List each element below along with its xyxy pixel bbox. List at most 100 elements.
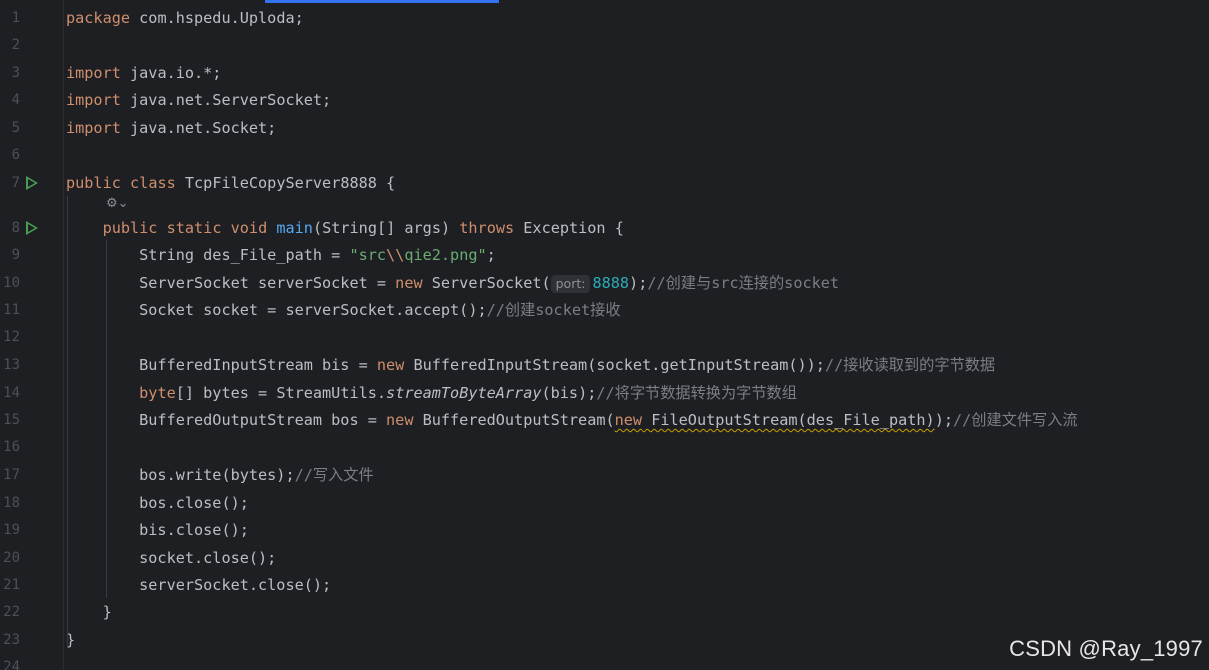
code-token: main (276, 219, 313, 237)
line-number: 17 (3, 467, 20, 483)
code-line[interactable]: BufferedInputStream bis = new BufferedIn… (66, 355, 995, 375)
line-number: 14 (3, 385, 20, 401)
code-token: BufferedOutputStream bos = (66, 411, 387, 429)
code-line[interactable]: } (66, 602, 112, 622)
code-token: new (395, 274, 423, 292)
line-number: 6 (11, 147, 20, 163)
indent-guide-method (106, 240, 107, 598)
run-gutter-icon[interactable] (26, 221, 38, 235)
code-line[interactable]: ServerSocket serverSocket = new ServerSo… (66, 273, 839, 293)
line-number: 8 (11, 220, 20, 236)
code-token: TcpFileCopyServer8888 { (175, 174, 396, 192)
line-number: 21 (3, 577, 20, 593)
code-token: FileOutputStream(des_File_path) (642, 411, 935, 429)
active-tab-indicator (265, 0, 499, 3)
code-line[interactable]: BufferedOutputStream bos = new BufferedO… (66, 410, 1078, 430)
code-token: java.net.Socket; (120, 119, 277, 137)
line-number: 20 (3, 550, 20, 566)
code-token: public (66, 174, 121, 192)
line-number: 10 (3, 275, 20, 291)
line-number: 3 (11, 65, 20, 81)
code-line[interactable]: package com.hspedu.Uploda; (66, 8, 304, 28)
code-line[interactable]: bis.close(); (66, 520, 249, 540)
code-token: (bis); (541, 384, 597, 402)
line-number: 16 (3, 439, 20, 455)
code-token: ServerSocket( (422, 274, 551, 292)
code-line[interactable]: public static void main(String[] args) t… (66, 218, 624, 238)
code-comment: //将字节数据转换为字节数组 (596, 384, 797, 402)
code-token: java.net.ServerSocket; (120, 91, 332, 109)
code-token: Exception { (514, 219, 624, 237)
code-token: java.io.*; (120, 64, 222, 82)
code-token: throws (459, 219, 515, 237)
code-token: } (66, 603, 112, 621)
line-number: 4 (11, 92, 20, 108)
code-token: void (230, 219, 268, 237)
code-token: new (386, 411, 414, 429)
line-number: 22 (3, 604, 20, 620)
code-line[interactable]: bos.write(bytes);//写入文件 (66, 465, 374, 485)
line-number: 23 (3, 632, 20, 648)
code-token: bos.write(bytes); (66, 466, 295, 484)
code-token: (String[] args) (312, 219, 460, 237)
code-line[interactable]: bos.close(); (66, 493, 249, 513)
code-comment: //创建文件写入流 (952, 411, 1078, 429)
line-number: 12 (3, 329, 20, 345)
code-token: import (66, 119, 121, 137)
code-token: package (66, 9, 131, 27)
indent-guide-class (67, 196, 68, 646)
code-token: ); (934, 411, 953, 429)
code-token: new (614, 411, 643, 429)
code-token: BufferedInputStream(socket.getInputStrea… (404, 356, 825, 374)
parameter-hint: port: (550, 275, 591, 293)
line-number: 5 (11, 120, 20, 136)
code-comment: //写入文件 (294, 466, 374, 484)
line-number: 19 (3, 522, 20, 538)
code-line[interactable]: byte[] bytes = StreamUtils.streamToByteA… (66, 383, 797, 403)
code-token: \\ (386, 246, 405, 264)
code-line[interactable]: Socket socket = serverSocket.accept();//… (66, 300, 620, 320)
line-number: 18 (3, 495, 20, 511)
code-token: class (130, 174, 176, 192)
code-comment: //创建与src连接的socket (647, 274, 840, 292)
code-token: streamToByteArray (386, 384, 542, 402)
code-token: "src (349, 246, 387, 264)
ai-assistant-icon[interactable]: ⚙⌄ (106, 196, 129, 211)
line-number: 11 (3, 302, 20, 318)
line-number: 9 (11, 247, 20, 263)
code-line[interactable]: String des_File_path = "src\\qie2.png"; (66, 245, 496, 265)
line-number: 7 (11, 175, 20, 191)
line-number-gutter[interactable]: 1 2 3 4 5 6 7 8 9 10 11 12 13 14 15 16 17 18 19 20 21 22 23 24 (0, 0, 64, 670)
code-token: public (102, 219, 158, 237)
code-line[interactable]: import java.io.*; (66, 63, 221, 83)
code-editor[interactable]: 1 2 3 4 5 6 7 8 9 10 11 12 13 14 15 16 17 18 19 20 21 22 23 24 … (0, 0, 1209, 670)
code-line[interactable]: public class TcpFileCopyServer8888 { (66, 173, 395, 193)
code-token: import (66, 64, 121, 82)
code-token: com.hspedu.Uploda; (130, 9, 304, 27)
code-token: bos.close(); (66, 494, 249, 512)
code-line[interactable]: import java.net.Socket; (66, 118, 276, 138)
code-token: static (166, 219, 222, 237)
code-token: String des_File_path = (66, 246, 350, 264)
line-number: 24 (3, 659, 20, 670)
code-line[interactable]: import java.net.ServerSocket; (66, 90, 331, 110)
code-token: ); (629, 274, 648, 292)
run-gutter-icon[interactable] (26, 176, 38, 190)
code-comment: //接收读取到的字节数据 (824, 356, 996, 374)
code-token: ServerSocket serverSocket = (66, 274, 396, 292)
code-token: new (376, 356, 405, 374)
code-token: qie2.png" (404, 246, 487, 264)
code-token: byte (139, 384, 176, 402)
code-token: BufferedInputStream bis = (66, 356, 377, 374)
code-token: 8888 (592, 274, 630, 292)
code-line[interactable]: socket.close(); (66, 548, 276, 568)
watermark: CSDN @Ray_1997 (1009, 636, 1203, 661)
gutter-separator (63, 0, 64, 670)
line-number: 2 (11, 37, 20, 53)
line-number: 15 (3, 412, 20, 428)
code-token: socket.close(); (66, 549, 277, 567)
